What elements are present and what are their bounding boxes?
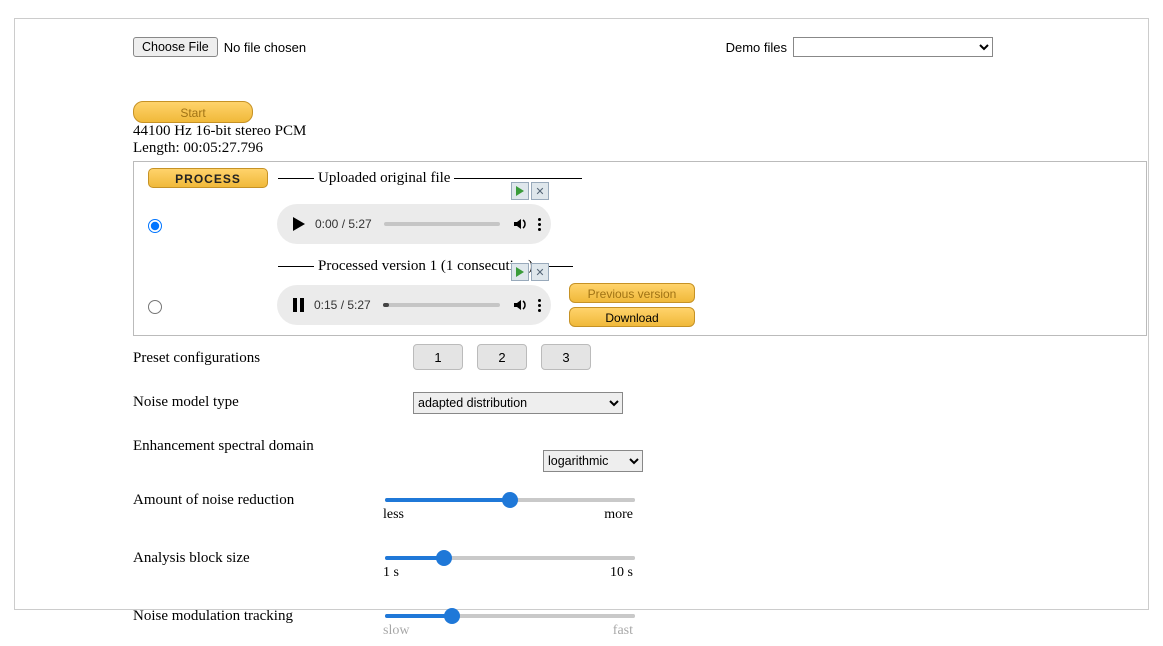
preset-1-button[interactable]: 1: [413, 344, 463, 370]
popout-play-icon[interactable]: [511, 263, 529, 281]
block-size-max: 10 s: [610, 565, 633, 581]
play-icon[interactable]: [293, 217, 305, 231]
processed-progress[interactable]: [383, 303, 500, 307]
download-button[interactable]: Download: [569, 307, 695, 327]
popout-play-icon[interactable]: [511, 182, 529, 200]
mod-tracking-label: Noise modulation tracking: [133, 602, 383, 625]
spectral-domain-label: Enhancement spectral domain: [133, 432, 333, 455]
demo-files-select[interactable]: [793, 37, 993, 57]
noise-reduction-slider[interactable]: [385, 498, 635, 502]
mod-tracking-min: slow: [383, 623, 409, 639]
original-file-legend: Uploaded original file: [318, 170, 450, 187]
noise-reduction-min: less: [383, 507, 404, 523]
popout-close-icon[interactable]: ✕: [531, 182, 549, 200]
noise-model-select[interactable]: adapted distribution: [413, 392, 623, 414]
processed-file-legend: Processed version 1 (1 consecutive): [318, 258, 533, 275]
popout-close-icon[interactable]: ✕: [531, 263, 549, 281]
select-original-radio[interactable]: [148, 219, 162, 233]
block-size-slider[interactable]: [385, 556, 635, 560]
volume-icon[interactable]: [512, 216, 528, 232]
pause-icon[interactable]: [293, 298, 304, 312]
spectral-domain-select[interactable]: logarithmic: [543, 450, 643, 472]
more-icon[interactable]: [538, 218, 541, 231]
original-time: 0:00 / 5:27: [315, 217, 372, 231]
choose-file-button[interactable]: Choose File: [133, 37, 218, 57]
block-size-min: 1 s: [383, 565, 399, 581]
select-processed-radio[interactable]: [148, 300, 162, 314]
process-button[interactable]: PROCESS: [148, 168, 268, 188]
preset-label: Preset configurations: [133, 344, 383, 367]
original-audio-player[interactable]: 0:00 / 5:27 ✕: [277, 204, 551, 244]
preset-2-button[interactable]: 2: [477, 344, 527, 370]
processed-time: 0:15 / 5:27: [314, 298, 371, 312]
block-size-label: Analysis block size: [133, 544, 383, 567]
demo-files-label: Demo files: [726, 40, 787, 55]
start-button[interactable]: Start: [133, 101, 253, 123]
file-status: No file chosen: [224, 40, 306, 55]
noise-reduction-max: more: [604, 507, 633, 523]
previous-version-button[interactable]: Previous version: [569, 283, 695, 303]
audio-length: Length: 00:05:27.796: [133, 140, 1148, 157]
process-section: PROCESS Uploaded original file 0:00 / 5:…: [133, 161, 1147, 336]
volume-icon[interactable]: [512, 297, 528, 313]
original-progress[interactable]: [384, 222, 500, 226]
mod-tracking-max: fast: [613, 623, 633, 639]
processed-audio-player[interactable]: 0:15 / 5:27 ✕: [277, 285, 551, 325]
noise-reduction-label: Amount of noise reduction: [133, 486, 383, 509]
more-icon[interactable]: [538, 299, 541, 312]
audio-format: 44100 Hz 16-bit stereo PCM: [133, 123, 1148, 140]
preset-3-button[interactable]: 3: [541, 344, 591, 370]
mod-tracking-slider[interactable]: [385, 614, 635, 618]
noise-model-label: Noise model type: [133, 388, 383, 411]
